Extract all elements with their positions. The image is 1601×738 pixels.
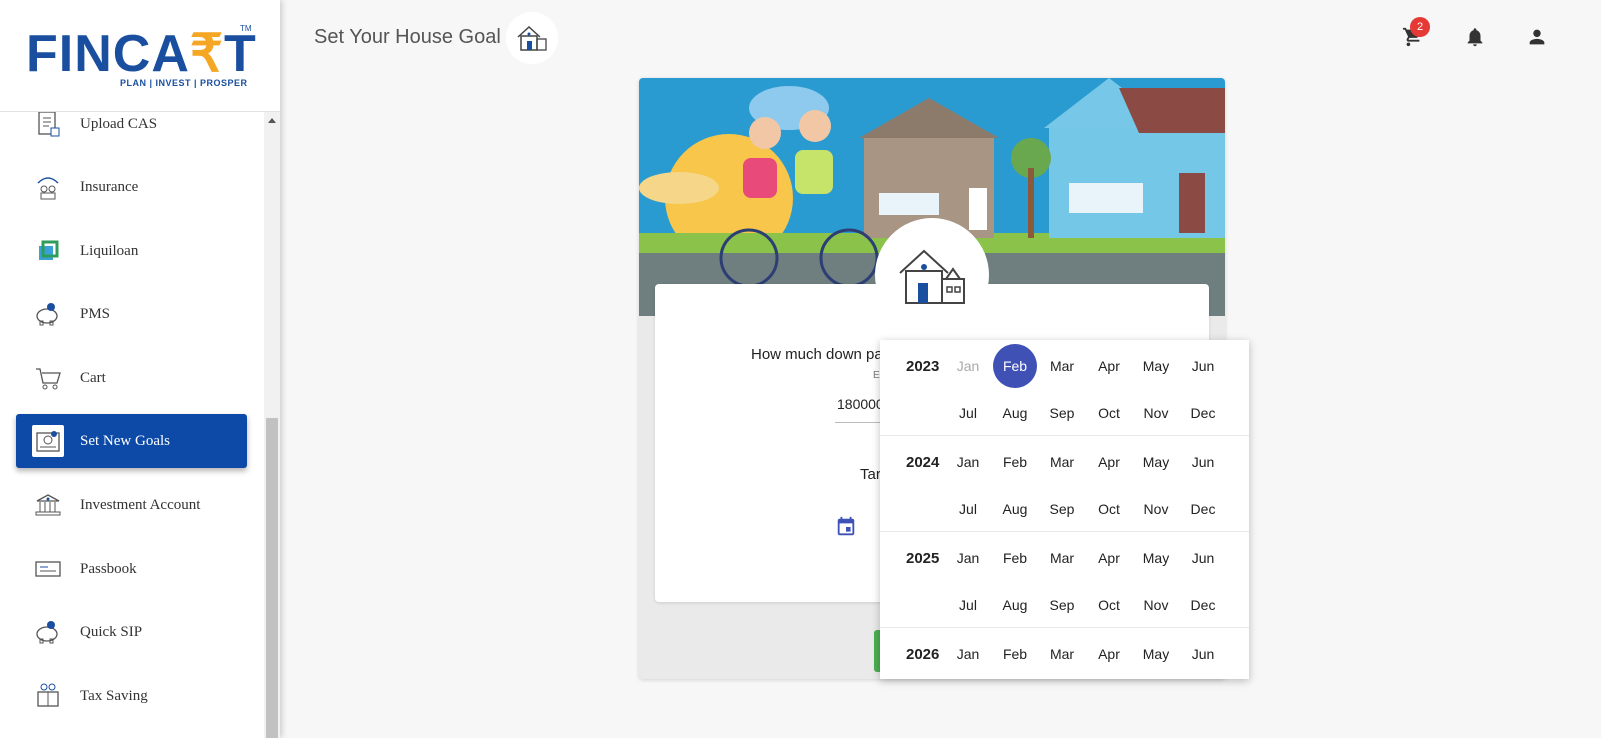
sidebar-item-quick-sip[interactable]: Quick SIP (16, 605, 247, 659)
month-option-2023-sep[interactable]: Sep (1040, 391, 1084, 435)
month-option-2025-nov[interactable]: Nov (1134, 583, 1178, 627)
sidebar-item-upload-cas[interactable]: Upload CAS (16, 112, 247, 151)
month-option-2024-may[interactable]: May (1134, 440, 1178, 484)
tax-saving-icon (32, 680, 64, 712)
cart-icon (32, 362, 64, 394)
month-option-2023-apr[interactable]: Apr (1087, 344, 1131, 388)
calendar-icon[interactable] (833, 514, 859, 540)
year-label: 2025 (906, 550, 940, 567)
month-option-2023-may[interactable]: May (1134, 344, 1178, 388)
month-option-2025-feb[interactable]: Feb (993, 536, 1037, 580)
month-option-2023-jul[interactable]: Jul (946, 391, 990, 435)
sidebar-scrollbar[interactable] (264, 112, 280, 738)
month-option-2023-mar[interactable]: Mar (1040, 344, 1084, 388)
sidebar-item-label: Upload CAS (80, 115, 158, 132)
month-option-2025-oct[interactable]: Oct (1087, 583, 1131, 627)
insurance-icon (32, 171, 64, 203)
month-option-2023-aug[interactable]: Aug (993, 391, 1037, 435)
sidebar-item-passbook[interactable]: Passbook (16, 542, 247, 596)
month-option-2025-sep[interactable]: Sep (1040, 583, 1084, 627)
month-option-2024-aug[interactable]: Aug (993, 487, 1037, 531)
scroll-thumb[interactable] (266, 418, 278, 738)
month-option-2024-dec[interactable]: Dec (1181, 487, 1225, 531)
house-icon (875, 218, 989, 332)
year-block-2023: 2023 Jan Feb Mar Apr May Jun Jul Aug Sep Oct Nov Dec (880, 340, 1249, 436)
logo-trademark: TM (240, 24, 252, 33)
logo-tagline: PLAN | INVEST | PROSPER (120, 78, 248, 88)
sidebar-item-label: Quick SIP (80, 623, 143, 640)
month-option-2024-jun[interactable]: Jun (1181, 440, 1225, 484)
down-payment-question: How much down payment (751, 346, 901, 363)
month-option-2025-apr[interactable]: Apr (1087, 536, 1131, 580)
quick-sip-icon (32, 616, 64, 648)
month-option-2023-jun[interactable]: Jun (1181, 344, 1225, 388)
bell-icon[interactable] (1462, 24, 1488, 50)
sidebar-item-pms[interactable]: PMS (16, 287, 247, 341)
month-option-2025-aug[interactable]: Aug (993, 583, 1037, 627)
cart-badge: 2 (1410, 17, 1430, 37)
month-option-2026-mar[interactable]: Mar (1040, 632, 1084, 676)
year-label: 2024 (906, 454, 940, 471)
year-label: 2026 (906, 646, 940, 663)
sidebar-item-tax-saving[interactable]: Tax Saving (16, 669, 247, 723)
month-option-2026-apr[interactable]: Apr (1087, 632, 1131, 676)
month-option-2026-jan[interactable]: Jan (946, 632, 990, 676)
sidebar-item-insurance[interactable]: Insurance (16, 160, 247, 214)
month-option-2024-jul[interactable]: Jul (946, 487, 990, 531)
month-option-2025-may[interactable]: May (1134, 536, 1178, 580)
month-option-2024-jan[interactable]: Jan (946, 440, 990, 484)
month-option-2024-apr[interactable]: Apr (1087, 440, 1131, 484)
logo-text: FINCA₹T (26, 25, 257, 83)
year-block-2025: 2025 Jan Feb Mar Apr May Jun Jul Aug Sep Oct Nov Dec (880, 532, 1249, 628)
logo[interactable]: FINCA₹T TM PLAN | INVEST | PROSPER (0, 0, 280, 112)
month-option-2023-nov[interactable]: Nov (1134, 391, 1178, 435)
month-option-2024-oct[interactable]: Oct (1087, 487, 1131, 531)
page-title: Set Your House Goal (314, 26, 501, 48)
month-option-2024-feb[interactable]: Feb (993, 440, 1037, 484)
month-option-2026-jun[interactable]: Jun (1181, 632, 1225, 676)
sidebar-item-label: Set New Goals (80, 432, 170, 449)
user-icon[interactable] (1524, 24, 1550, 50)
sidebar-item-liquiloan[interactable]: Liquiloan (16, 224, 247, 278)
liquiloan-icon (32, 235, 64, 267)
sidebar-item-label: Tax Saving (80, 687, 148, 704)
sidebar-item-label: Passbook (80, 560, 137, 577)
month-option-2025-jun[interactable]: Jun (1181, 536, 1225, 580)
sidebar-item-set-new-goals[interactable]: Set New Goals (16, 414, 247, 468)
sidebar: FINCA₹T TM PLAN | INVEST | PROSPER Uploa… (0, 0, 280, 738)
sidebar-item-label: Insurance (80, 178, 139, 195)
month-option-2023-jan: Jan (956, 358, 980, 374)
goals-icon (32, 425, 64, 457)
month-option-2026-may[interactable]: May (1134, 632, 1178, 676)
sidebar-item-label: PMS (80, 305, 111, 322)
year-block-2026: 2026 Jan Feb Mar Apr May Jun (880, 628, 1249, 679)
month-option-2024-nov[interactable]: Nov (1134, 487, 1178, 531)
year-block-2024: 2024 Jan Feb Mar Apr May Jun Jul Aug Sep Oct Nov Dec (880, 436, 1249, 532)
pms-icon (32, 298, 64, 330)
year-label: 2023 (906, 358, 940, 375)
passbook-icon (32, 553, 64, 585)
sidebar-item-investment-account[interactable]: Investment Account (16, 478, 247, 532)
upload-cas-icon (32, 112, 64, 140)
month-option-2026-feb[interactable]: Feb (993, 632, 1037, 676)
month-option-2023-oct[interactable]: Oct (1087, 391, 1131, 435)
sidebar-item-label: Cart (80, 369, 106, 386)
scroll-up-arrow-icon[interactable] (268, 118, 276, 123)
month-option-2024-mar[interactable]: Mar (1040, 440, 1084, 484)
month-option-2025-jul[interactable]: Jul (946, 583, 990, 627)
month-option-2024-sep[interactable]: Sep (1040, 487, 1084, 531)
month-option-2025-dec[interactable]: Dec (1181, 583, 1225, 627)
sidebar-item-cart[interactable]: Cart (16, 351, 247, 405)
house-goal-icon (506, 12, 558, 64)
sidebar-item-label: Liquiloan (80, 242, 139, 259)
month-option-2025-jan[interactable]: Jan (946, 536, 990, 580)
sidebar-nav: Upload CAS Insurance Liquiloan PMS Cart Set N… (0, 112, 264, 738)
month-option-2023-dec[interactable]: Dec (1181, 391, 1225, 435)
month-option-2023-feb[interactable]: Feb (993, 344, 1037, 388)
month-picker[interactable]: 2023 Jan Feb Mar Apr May Jun Jul Aug Sep Oct Nov Dec… (880, 340, 1249, 679)
sidebar-item-label: Investment Account (80, 496, 201, 513)
bank-icon (32, 489, 64, 521)
month-option-2025-mar[interactable]: Mar (1040, 536, 1084, 580)
